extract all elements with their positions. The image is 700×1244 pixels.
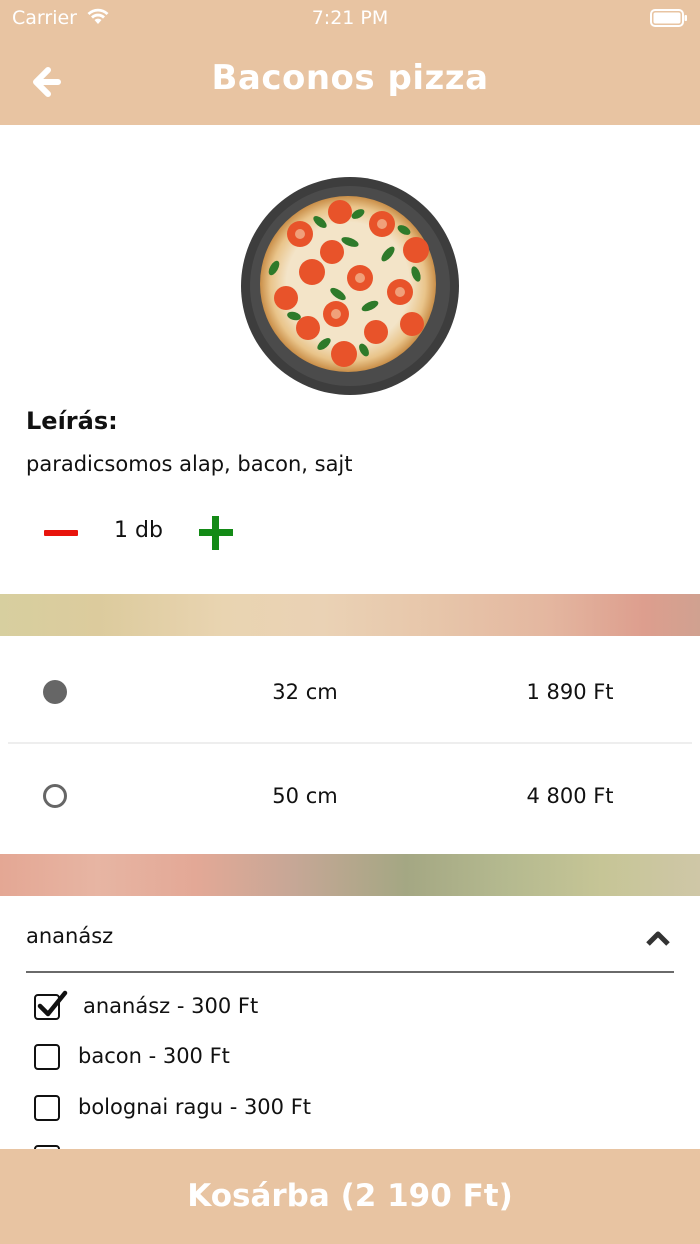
topping-divider <box>26 971 674 973</box>
radio-unselected-icon[interactable] <box>43 784 67 808</box>
checkmark-icon <box>37 990 68 1017</box>
pizza-image <box>241 177 459 395</box>
topping-item-bacon[interactable]: bacon - 300 Ft <box>34 1038 454 1078</box>
description-heading: Leírás: <box>26 407 118 435</box>
size-price: 1 890 Ft <box>526 680 614 704</box>
topping-label: bolognai ragu - 300 Ft <box>78 1095 312 1119</box>
radio-selected-icon[interactable] <box>43 680 67 704</box>
minus-icon <box>44 530 78 536</box>
size-option-50cm[interactable]: 50 cm 4 800 Ft <box>0 744 700 848</box>
chevron-up-icon[interactable] <box>644 928 672 948</box>
checkbox-unchecked[interactable] <box>34 1095 60 1121</box>
quantity-value: 1 db <box>114 518 163 543</box>
size-price: 4 800 Ft <box>526 784 614 808</box>
header-bar: Carrier 7:21 PM Baconos pizza <box>0 0 700 125</box>
page-title: Baconos pizza <box>211 58 489 98</box>
topping-label: ananász - 300 Ft <box>83 994 259 1018</box>
size-option-32cm[interactable]: 32 cm 1 890 Ft <box>0 640 700 744</box>
topping-group-title[interactable]: ananász <box>26 924 113 948</box>
add-to-cart-button[interactable]: Kosárba (2 190 Ft) <box>0 1149 700 1244</box>
status-bar: Carrier 7:21 PM <box>0 0 700 36</box>
increase-quantity-button[interactable] <box>198 514 236 552</box>
decorative-banner <box>0 594 700 636</box>
checkbox-unchecked[interactable] <box>34 1044 60 1070</box>
checkbox-checked[interactable] <box>34 990 68 1020</box>
decorative-banner <box>0 854 700 896</box>
topping-item-bolognai-ragu[interactable]: bolognai ragu - 300 Ft <box>34 1089 454 1129</box>
size-label: 32 cm <box>272 680 338 704</box>
status-time: 7:21 PM <box>311 7 389 29</box>
decrease-quantity-button[interactable] <box>42 516 80 550</box>
topping-label: bacon - 300 Ft <box>78 1044 230 1068</box>
battery-icon <box>650 9 687 27</box>
description-text: paradicsomos alap, bacon, sajt <box>26 452 353 476</box>
add-to-cart-label: Kosárba (2 190 Ft) <box>187 1178 513 1214</box>
topping-item-ananasz[interactable]: ananász - 300 Ft <box>34 988 454 1028</box>
size-label: 50 cm <box>272 784 338 808</box>
